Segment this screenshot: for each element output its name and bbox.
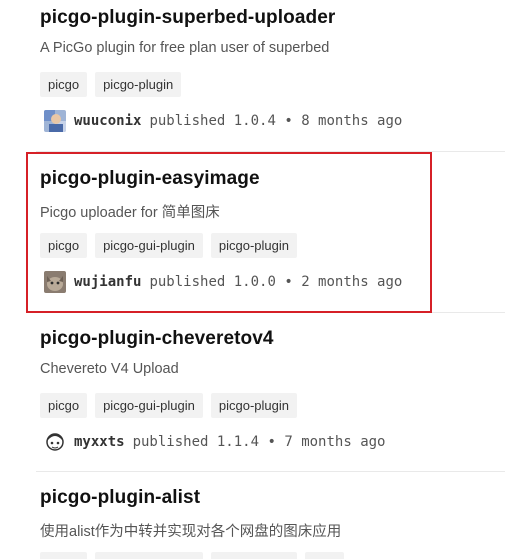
package-name-link[interactable]: picgo-plugin-easyimage <box>40 168 260 190</box>
keyword-tag[interactable]: picgo <box>40 72 88 97</box>
avatar[interactable] <box>44 271 66 293</box>
keyword-tag[interactable]: alist <box>304 552 345 559</box>
keyword-tag[interactable]: picgo <box>40 233 88 258</box>
publish-info: wuuconix published 1.0.4 • 8 months ago <box>40 109 402 133</box>
package-name-link[interactable]: picgo-plugin-alist <box>40 487 200 509</box>
bullet-separator: • <box>267 434 276 450</box>
publish-time: 8 months ago <box>301 113 403 129</box>
keyword-tag[interactable]: picgo-plugin <box>210 552 297 559</box>
keyword-tag[interactable]: picgo-gui-plugin <box>95 552 203 559</box>
package-name-link[interactable]: picgo-plugin-cheveretov4 <box>40 328 274 350</box>
package-item: picgo-plugin-superbed-uploader A PicGo p… <box>40 0 505 150</box>
publish-time: 7 months ago <box>284 434 386 450</box>
package-item: picgo-plugin-alist 使用alist作为中转并实现对各个网盘的图… <box>40 472 505 559</box>
package-search-results: picgo-plugin-superbed-uploader A PicGo p… <box>0 0 505 559</box>
package-keywords: picgo picgo-gui-plugin picgo-plugin <box>40 233 297 258</box>
avatar[interactable] <box>44 431 66 453</box>
publish-info: wujianfu published 1.0.0 • 2 months ago <box>40 270 402 294</box>
bullet-separator: • <box>284 274 293 290</box>
published-label: published <box>149 274 226 290</box>
package-description: A PicGo plugin for free plan user of sup… <box>40 40 330 56</box>
package-name-link[interactable]: picgo-plugin-superbed-uploader <box>40 7 335 29</box>
published-label: published <box>132 434 209 450</box>
publisher-username[interactable]: myxxts <box>74 434 125 450</box>
package-keywords: picgo picgo-gui-plugin picgo-plugin alis… <box>40 552 345 559</box>
bullet-separator: • <box>284 113 293 129</box>
package-version: 1.0.0 <box>233 274 276 290</box>
publish-info: myxxts published 1.1.4 • 7 months ago <box>40 430 386 454</box>
avatar[interactable] <box>44 110 66 132</box>
package-keywords: picgo picgo-gui-plugin picgo-plugin <box>40 393 297 418</box>
publish-time: 2 months ago <box>301 274 403 290</box>
keyword-tag[interactable]: picgo-plugin <box>210 233 297 258</box>
package-item: picgo-plugin-cheveretov4 Chevereto V4 Up… <box>40 313 505 471</box>
keyword-tag[interactable]: picgo-gui-plugin <box>95 393 203 418</box>
package-version: 1.1.4 <box>216 434 260 450</box>
package-description: Chevereto V4 Upload <box>40 361 179 377</box>
package-description: Picgo uploader for 简单图床 <box>40 205 220 221</box>
package-keywords: picgo picgo-plugin <box>40 72 182 97</box>
keyword-tag[interactable]: picgo-plugin <box>95 72 182 97</box>
keyword-tag[interactable]: picgo-gui-plugin <box>95 233 203 258</box>
package-description: 使用alist作为中转并实现对各个网盘的图床应用 <box>40 524 342 540</box>
published-label: published <box>149 113 226 129</box>
package-item: picgo-plugin-easyimage Picgo uploader fo… <box>40 152 505 310</box>
publisher-username[interactable]: wuuconix <box>74 113 141 129</box>
keyword-tag[interactable]: picgo-plugin <box>210 393 297 418</box>
keyword-tag[interactable]: picgo <box>40 393 88 418</box>
keyword-tag[interactable]: picgo <box>40 552 88 559</box>
package-version: 1.0.4 <box>233 113 276 129</box>
publisher-username[interactable]: wujianfu <box>74 274 141 290</box>
